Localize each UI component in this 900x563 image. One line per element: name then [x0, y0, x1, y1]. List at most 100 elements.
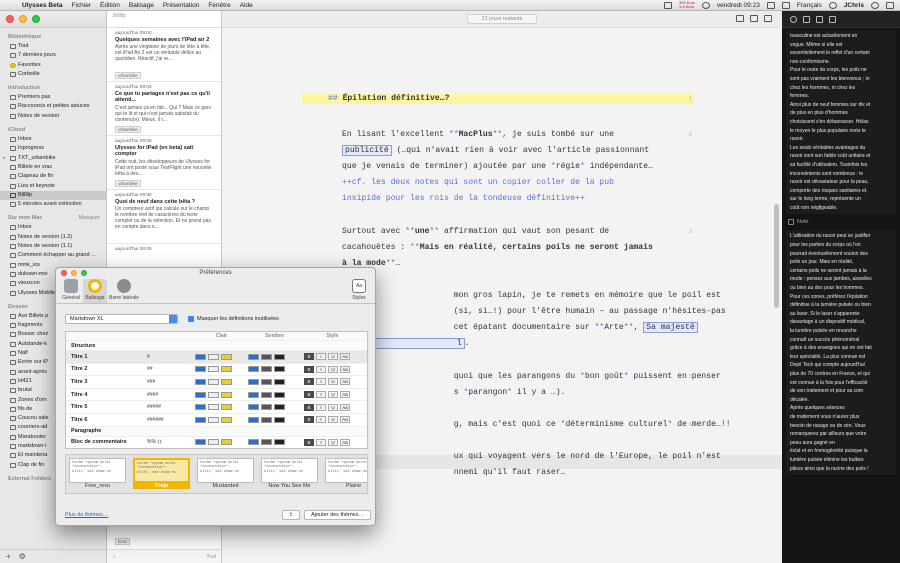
- color-swatch[interactable]: [274, 391, 285, 398]
- editor-scrollbar[interactable]: [773, 28, 780, 563]
- style-toggle[interactable]: B: [304, 403, 314, 411]
- style-toggle[interactable]: B: [304, 378, 314, 386]
- color-swatch[interactable]: [261, 378, 272, 385]
- library-item[interactable]: Clapeau de fin: [0, 172, 106, 181]
- library-item[interactable]: Inbox: [0, 223, 106, 232]
- notification-center-icon[interactable]: [886, 1, 894, 9]
- checkbox-checked-icon[interactable]: [188, 316, 194, 322]
- color-swatch[interactable]: [195, 404, 206, 411]
- goal-icon[interactable]: [803, 15, 810, 23]
- color-swatch[interactable]: [195, 439, 206, 446]
- user-name[interactable]: JChris: [844, 2, 864, 9]
- trial-counter[interactable]: 21 jours restants: [466, 14, 538, 24]
- menu-fenetre[interactable]: Fenêtre: [208, 2, 230, 9]
- editor-line[interactable]: Surtout avec **une** affirmation qui vau…: [342, 227, 782, 237]
- style-toggle[interactable]: I: [316, 438, 326, 446]
- close-button[interactable]: [6, 15, 14, 23]
- theme-card[interactable]: Lorem *ipsum dolor *consectetur*: elitr, s…: [197, 458, 254, 493]
- color-swatch[interactable]: [248, 378, 259, 385]
- editor-line[interactable]: ux qui voyagent vers le nord de l'Europe…: [342, 452, 782, 462]
- color-swatch[interactable]: [274, 366, 285, 373]
- style-toggle[interactable]: I: [316, 391, 326, 399]
- hide-definitions-checkbox[interactable]: Masquer les définitions inutilisées: [188, 316, 279, 322]
- clock-icon[interactable]: [701, 1, 710, 9]
- library-section-action[interactable]: Masquer: [79, 215, 100, 221]
- color-swatch[interactable]: [248, 439, 259, 446]
- library-item[interactable]: Inprogress: [0, 144, 106, 153]
- style-toggle[interactable]: B: [304, 416, 314, 424]
- color-swatch[interactable]: [195, 366, 206, 373]
- editor-line[interactable]: (si, si…!) pour l'être humain – au passa…: [342, 307, 782, 317]
- color-swatch[interactable]: [261, 416, 272, 423]
- tab-general[interactable]: Général: [59, 279, 83, 303]
- color-swatch[interactable]: [274, 353, 285, 360]
- table-row[interactable]: Titre 2 ## B I U Aa: [66, 364, 367, 377]
- zoom-button[interactable]: [32, 15, 40, 23]
- style-toggle[interactable]: I: [316, 378, 326, 386]
- note-2[interactable]: L'utilisation du rasoir peut se justifie…: [786, 230, 896, 476]
- note-icon[interactable]: [816, 15, 823, 23]
- add-themes-button[interactable]: Ajouter des thèmes…: [304, 510, 371, 520]
- share-icon[interactable]: [736, 15, 744, 22]
- dropbox-icon[interactable]: [664, 1, 673, 9]
- minimize-button[interactable]: [19, 15, 27, 23]
- sheet-item[interactable]: aujourd'hui 09:05 Quoi de neuf dans cette…: [107, 190, 221, 244]
- share-theme-button[interactable]: ⇪: [281, 510, 301, 520]
- menu-app[interactable]: Ulysses Beta: [22, 2, 62, 9]
- color-swatch[interactable]: [248, 404, 259, 411]
- table-row[interactable]: Bloc de commentaire %% ⁒⁒ B I U Aa: [66, 437, 367, 448]
- color-swatch[interactable]: [221, 404, 232, 411]
- style-toggle[interactable]: Aa: [340, 365, 350, 373]
- prefs-minimize-button[interactable]: [71, 270, 77, 276]
- editor-line[interactable]: que je venais de terminer) ajoutée par u…: [342, 162, 782, 172]
- editor-line[interactable]: publicité (…qui n'avait rien à voir avec…: [342, 145, 782, 156]
- tab-styles[interactable]: Aa Styles: [347, 279, 371, 303]
- library-item[interactable]: Tout: [0, 42, 106, 51]
- style-toggle[interactable]: Aa: [340, 391, 350, 399]
- more-themes-link[interactable]: Plus de thèmes…: [65, 512, 108, 518]
- library-item[interactable]: Notes de version (1.1): [0, 242, 106, 251]
- markup-dialect-select[interactable]: Markdown XL: [65, 314, 178, 324]
- library-item[interactable]: Premiers pas: [0, 93, 106, 102]
- color-swatch[interactable]: [261, 439, 272, 446]
- theme-card[interactable]: Lorem *ipsum dolor *consectetur*: elitr, s…: [133, 458, 190, 493]
- editor-line[interactable]: nnemi qu'il faut raser…: [342, 468, 782, 478]
- tag-icon[interactable]: [790, 15, 797, 23]
- color-swatch[interactable]: [261, 353, 272, 360]
- color-swatch[interactable]: [261, 404, 272, 411]
- note-1[interactable]: masculine est actuellement en vogue. Même…: [786, 30, 896, 215]
- style-toggle[interactable]: Aa: [340, 416, 350, 424]
- style-toggle[interactable]: B: [304, 391, 314, 399]
- library-item[interactable]: 7 derniers jours: [0, 51, 106, 60]
- color-swatch[interactable]: [195, 416, 206, 423]
- library-item[interactable]: Inbox: [0, 135, 106, 144]
- menu-fichier[interactable]: Fichier: [71, 2, 91, 9]
- color-swatch[interactable]: [248, 353, 259, 360]
- library-item[interactable]: 5 minutes avant extinction: [0, 200, 106, 209]
- style-toggle[interactable]: U: [328, 416, 338, 424]
- editor-line[interactable]: mon gros lapin, je te remets en mémoire …: [342, 291, 782, 301]
- table-row[interactable]: Titre 6 ###### B I U Aa: [66, 414, 367, 427]
- color-swatch[interactable]: [221, 439, 232, 446]
- style-toggle[interactable]: B: [304, 353, 314, 361]
- style-toggle[interactable]: U: [328, 378, 338, 386]
- style-toggle[interactable]: I: [316, 403, 326, 411]
- library-item[interactable]: Favorites: [0, 61, 106, 70]
- color-swatch[interactable]: [208, 378, 219, 385]
- library-item[interactable]: Notes de version (1.2): [0, 233, 106, 242]
- style-toggle[interactable]: U: [328, 438, 338, 446]
- editor-line[interactable]: ## Épilation définitive…?: [302, 94, 694, 104]
- tab-sidebar[interactable]: Barre latérale: [107, 279, 141, 303]
- color-swatch[interactable]: [261, 391, 272, 398]
- style-toggle[interactable]: Aa: [340, 438, 350, 446]
- export-icon[interactable]: [750, 15, 758, 22]
- menu-edition[interactable]: Édition: [100, 2, 120, 9]
- color-swatch[interactable]: [221, 391, 232, 398]
- add-group-button[interactable]: +: [6, 552, 11, 561]
- editor-line[interactable]: insipide pour les rois de la tondeuse dé…: [342, 194, 782, 204]
- style-toggle[interactable]: B: [304, 365, 314, 373]
- attachments-icon[interactable]: [764, 15, 772, 22]
- editor-line[interactable]: à la mode**…: [342, 259, 782, 269]
- color-swatch[interactable]: [195, 391, 206, 398]
- sheet-filter[interactable]: Tout: [207, 554, 216, 560]
